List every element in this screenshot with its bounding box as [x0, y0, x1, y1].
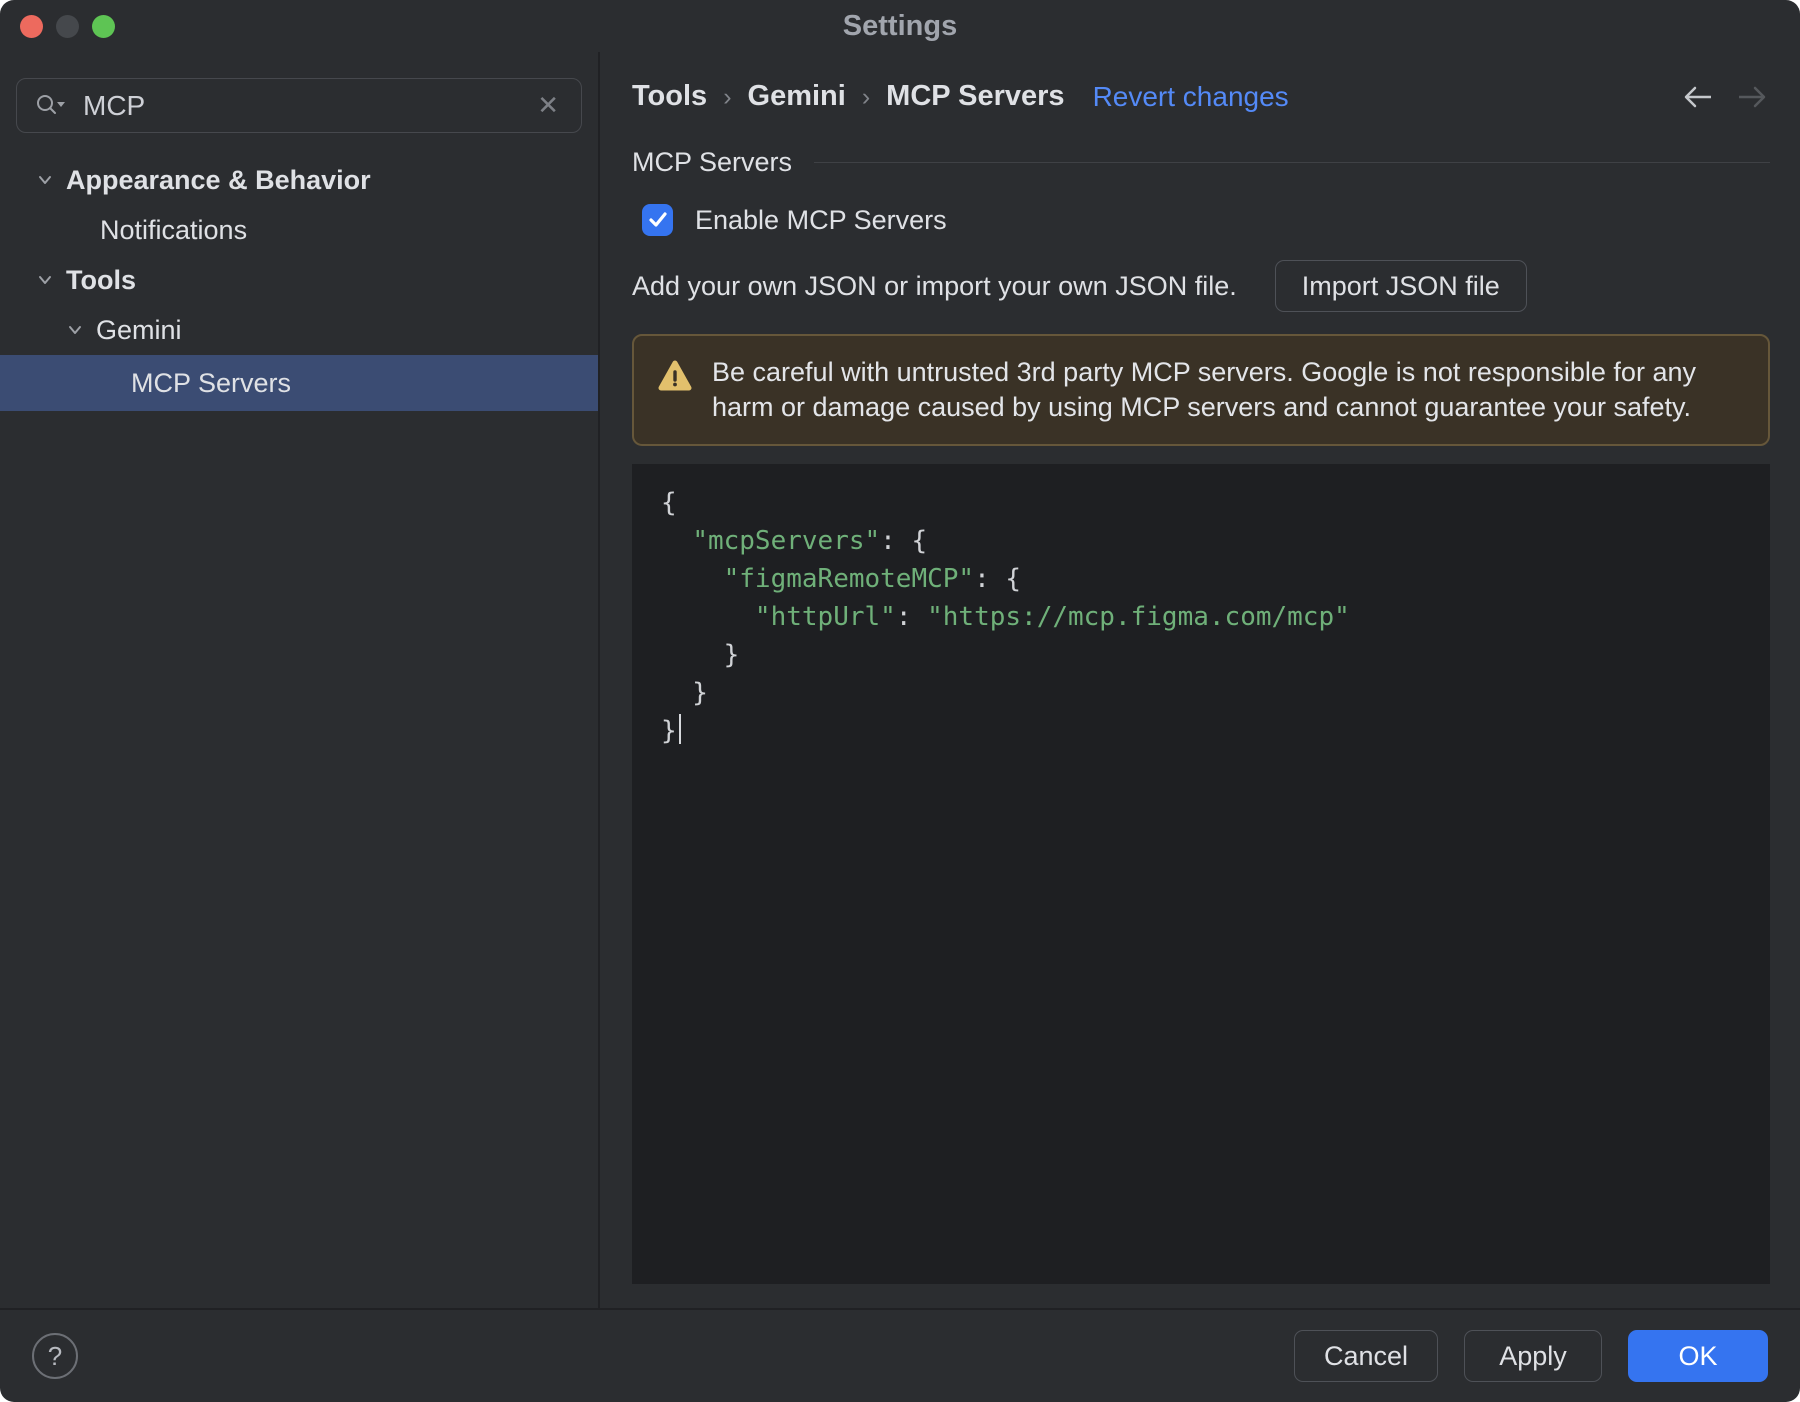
search-icon — [37, 94, 65, 114]
warning-icon — [658, 360, 692, 391]
settings-main-panel: Tools › Gemini › MCP Servers Revert chan… — [600, 52, 1800, 1308]
help-icon[interactable]: ? — [32, 1333, 78, 1379]
enable-mcp-servers-label[interactable]: Enable MCP Servers — [695, 205, 947, 236]
breadcrumb: Tools › Gemini › MCP Servers Revert chan… — [632, 80, 1770, 113]
sidebar-item-label: Appearance & Behavior — [66, 164, 371, 195]
dialog-footer: ? Cancel Apply OK — [0, 1308, 1800, 1402]
ok-button[interactable]: OK — [1628, 1330, 1768, 1382]
search-value: MCP — [83, 89, 146, 121]
checkmark-icon — [648, 212, 667, 227]
sidebar-item-appearance-behavior[interactable]: Appearance & Behavior — [0, 155, 598, 205]
settings-sidebar: MCP ✕ Appearance & Behavior Notification… — [0, 52, 600, 1308]
clear-search-icon[interactable]: ✕ — [533, 90, 563, 121]
mcp-json-editor[interactable]: { "mcpServers": { "figmaRemoteMCP": { "h… — [632, 464, 1770, 1284]
enable-mcp-servers-checkbox[interactable] — [642, 204, 673, 236]
chevron-down-icon[interactable] — [34, 169, 56, 191]
code-line: { — [661, 488, 677, 518]
sidebar-item-label: Tools — [66, 264, 136, 295]
chevron-down-icon[interactable] — [64, 319, 86, 341]
text-cursor — [678, 714, 682, 744]
sidebar-item-label: MCP Servers — [131, 367, 292, 398]
enable-mcp-row: Enable MCP Servers — [642, 204, 1770, 236]
window-title: Settings — [842, 9, 958, 42]
settings-search-input[interactable]: MCP ✕ — [16, 78, 582, 133]
settings-tree: Appearance & Behavior Notifications Tool… — [0, 155, 598, 411]
code-line: "mcpServers": { — [692, 526, 928, 556]
settings-window: Settings MCP ✕ Appearance & Behavior Not… — [0, 0, 1800, 1402]
sidebar-item-label: Gemini — [96, 314, 182, 345]
code-line: } — [661, 640, 740, 670]
section-divider — [814, 161, 1770, 164]
fullscreen-window-icon[interactable] — [92, 15, 115, 38]
code-line: } — [661, 712, 1770, 750]
section-header: MCP Servers — [632, 147, 1770, 178]
close-window-icon[interactable] — [20, 15, 43, 38]
titlebar: Settings — [0, 0, 1800, 52]
warning-text: Be careful with untrusted 3rd party MCP … — [712, 357, 1696, 422]
code-line: "figmaRemoteMCP": { — [723, 564, 1022, 594]
chevron-down-icon[interactable] — [34, 269, 56, 291]
breadcrumb-separator: › — [861, 83, 871, 111]
add-json-text: Add your own JSON or import your own JSO… — [632, 270, 1237, 301]
revert-changes-link[interactable]: Revert changes — [1093, 81, 1289, 113]
breadcrumb-tools[interactable]: Tools — [632, 80, 707, 113]
breadcrumb-gemini[interactable]: Gemini — [748, 80, 846, 113]
breadcrumb-mcp-servers[interactable]: MCP Servers — [886, 80, 1064, 113]
sidebar-item-gemini[interactable]: Gemini — [0, 305, 598, 355]
forward-arrow-icon[interactable] — [1736, 84, 1768, 110]
add-json-row: Add your own JSON or import your own JSO… — [632, 260, 1770, 312]
sidebar-item-label: Notifications — [100, 214, 248, 245]
help-glyph: ? — [47, 1340, 63, 1371]
minimize-window-icon[interactable] — [56, 15, 79, 38]
back-arrow-icon[interactable] — [1682, 84, 1714, 110]
sidebar-item-notifications[interactable]: Notifications — [0, 205, 598, 255]
apply-button[interactable]: Apply — [1464, 1330, 1602, 1382]
sidebar-item-mcp-servers[interactable]: MCP Servers — [0, 355, 598, 411]
section-title: MCP Servers — [632, 147, 793, 177]
code-line: } — [661, 678, 708, 708]
warning-banner: Be careful with untrusted 3rd party MCP … — [632, 334, 1770, 446]
code-line: "httpUrl": "https://mcp.figma.com/mcp" — [754, 602, 1350, 632]
sidebar-item-tools[interactable]: Tools — [0, 255, 598, 305]
breadcrumb-separator: › — [723, 83, 732, 111]
import-json-file-button[interactable]: Import JSON file — [1274, 260, 1527, 312]
cancel-button[interactable]: Cancel — [1294, 1330, 1438, 1382]
traffic-lights — [20, 15, 115, 38]
